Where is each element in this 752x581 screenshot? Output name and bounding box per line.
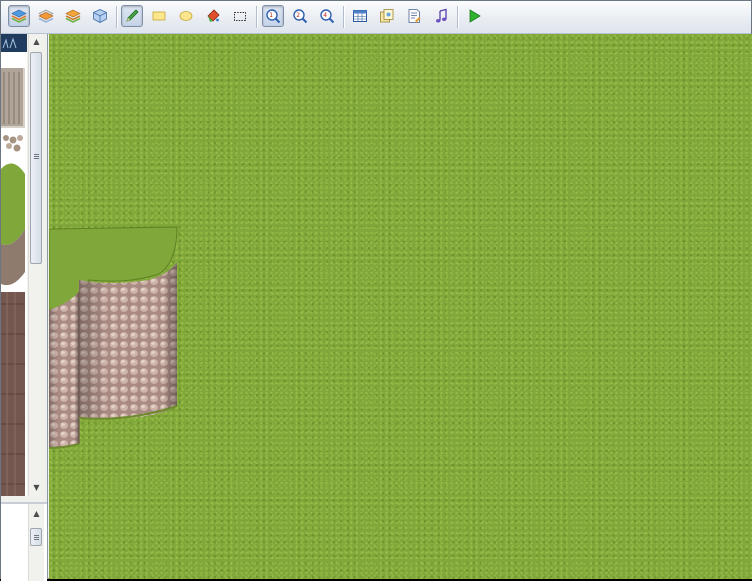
tileset-scrollbar[interactable]: ▲ ▼ (28, 34, 44, 496)
fill-button[interactable] (202, 5, 224, 27)
toolbar: 1 2 4 (1, 1, 751, 34)
layer-1-icon (11, 9, 27, 23)
select-icon (234, 12, 246, 21)
events-layer-icon (93, 9, 107, 23)
events-layer-button[interactable] (89, 5, 111, 27)
rpg-maker-window: 1 2 4 ▲ ▼ ▲ (0, 0, 752, 581)
rectangle-icon (152, 11, 166, 21)
pencil-icon (126, 9, 139, 22)
layer-1-button[interactable] (8, 5, 30, 27)
ellipse-button[interactable] (175, 5, 197, 27)
svg-text:1: 1 (269, 12, 273, 19)
map-tree-scrollbar[interactable]: ▲ (28, 504, 44, 581)
scroll-up-arrow-icon[interactable]: ▲ (29, 34, 44, 50)
toolbar-separator (457, 6, 459, 28)
scroll-thumb[interactable] (30, 52, 42, 264)
toolbar-separator (116, 6, 118, 28)
zoom-2x-button[interactable]: 2 (289, 5, 311, 27)
layer-2-button[interactable] (35, 5, 57, 27)
scroll-thumb[interactable] (30, 528, 42, 546)
database-icon (353, 10, 367, 22)
layer-2-icon (38, 9, 54, 23)
map-canvas[interactable] (49, 34, 752, 579)
script-editor-button[interactable] (403, 5, 425, 27)
materialbase-button[interactable] (376, 5, 398, 27)
tileset-palette: ▲ ▼ ▲ (1, 34, 48, 581)
tileset-view[interactable] (1, 34, 27, 496)
ellipse-icon (179, 11, 193, 21)
materialbase-icon (380, 9, 394, 23)
svg-text:4: 4 (323, 12, 327, 19)
zoom-1x-icon: 1 (266, 9, 281, 24)
svg-text:2: 2 (296, 12, 300, 19)
zoom-4x-icon: 4 (320, 9, 335, 24)
tileset-image (1, 34, 27, 496)
sound-test-button[interactable] (430, 5, 452, 27)
database-button[interactable] (349, 5, 371, 27)
layer-3-icon (65, 9, 81, 23)
playtest-button[interactable] (463, 5, 485, 27)
pencil-button[interactable] (121, 5, 143, 27)
fill-bucket-icon (207, 9, 220, 22)
map-terrain (49, 226, 178, 449)
zoom-4x-button[interactable]: 4 (316, 5, 338, 27)
scroll-up-arrow-icon[interactable]: ▲ (29, 506, 44, 522)
zoom-1x-button[interactable]: 1 (262, 5, 284, 27)
layer-3-button[interactable] (62, 5, 84, 27)
zoom-2x-icon: 2 (293, 9, 308, 24)
toolbar-separator (256, 6, 258, 28)
map-tree-pane[interactable]: ▲ (1, 502, 47, 581)
rectangle-button[interactable] (148, 5, 170, 27)
toolbar-separator (343, 6, 345, 28)
music-note-icon (436, 8, 447, 23)
script-editor-icon (408, 9, 421, 23)
play-icon (469, 9, 481, 23)
select-button[interactable] (229, 5, 251, 27)
scroll-down-arrow-icon[interactable]: ▼ (29, 480, 44, 496)
